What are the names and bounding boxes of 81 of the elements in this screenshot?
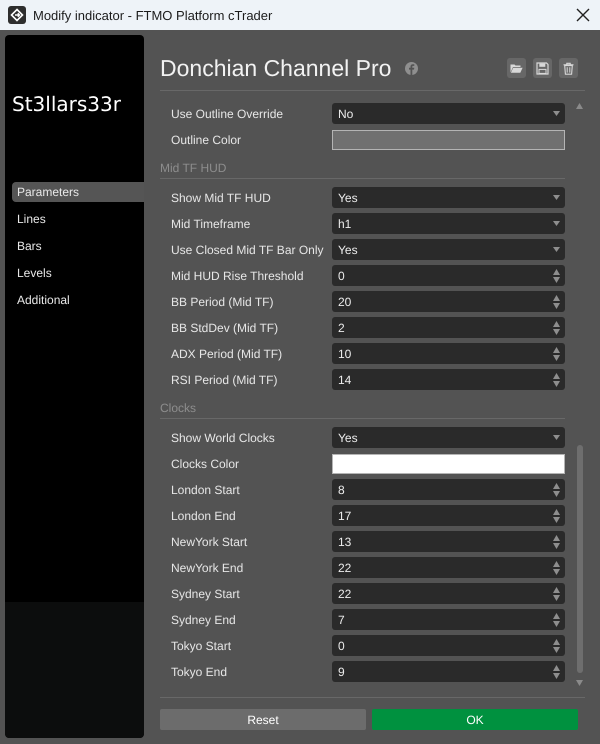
number-field[interactable]: 9 — [332, 661, 565, 682]
setting-label: ADX Period (Mid TF) — [171, 346, 282, 360]
section-title: Clocks — [160, 401, 196, 415]
scrollbar-thumb[interactable] — [577, 445, 583, 673]
setting-label: Sydney Start — [171, 586, 240, 600]
number-field[interactable]: 10 — [332, 343, 565, 364]
caret-icon — [553, 111, 560, 116]
app-logo-icon — [8, 6, 26, 24]
spinner-arrows-icon[interactable] — [553, 372, 560, 386]
dropdown[interactable]: Yes — [332, 239, 565, 260]
reset-button[interactable]: Reset — [160, 709, 366, 730]
number-field[interactable]: 14 — [332, 369, 565, 390]
setting-label: Use Closed Mid TF Bar Only — [171, 242, 324, 256]
spinner-arrows-icon[interactable] — [553, 320, 560, 334]
setting-label: Outline Color — [171, 132, 242, 146]
setting-label: NewYork Start — [171, 534, 248, 548]
close-button[interactable] — [576, 8, 590, 22]
spinner-arrows-icon[interactable] — [553, 560, 560, 574]
spinner-arrows-icon[interactable] — [553, 534, 560, 548]
setting-label: Tokyo Start — [171, 638, 232, 652]
spinner-arrows-icon[interactable] — [553, 586, 560, 600]
delete-button[interactable] — [559, 58, 578, 78]
spinner-arrows-icon[interactable] — [553, 294, 560, 308]
setting-label: Clocks Color — [171, 456, 240, 470]
color-swatch[interactable] — [332, 454, 565, 474]
sidebar-item[interactable]: Parameters — [12, 182, 144, 202]
number-field[interactable]: 22 — [332, 583, 565, 604]
setting-label: Show World Clocks — [171, 430, 275, 444]
setting-label: BB StdDev (Mid TF) — [171, 320, 278, 334]
setting-label: London Start — [171, 482, 240, 496]
setting-label: Tokyo End — [171, 664, 228, 678]
setting-label: Mid HUD Rise Threshold — [171, 268, 304, 282]
sidebar-item[interactable]: Levels — [12, 263, 144, 283]
caret-icon — [553, 221, 560, 226]
number-field[interactable]: 17 — [332, 505, 565, 526]
spinner-arrows-icon[interactable] — [553, 508, 560, 522]
section-title: Mid TF HUD — [160, 161, 226, 175]
caret-icon — [553, 247, 560, 252]
setting-label: Use Outline Override — [171, 106, 284, 120]
dropdown[interactable]: h1 — [332, 213, 565, 234]
setting-label: Mid Timeframe — [171, 216, 250, 230]
ok-button[interactable]: OK — [372, 709, 578, 730]
sidebar-item[interactable]: Additional — [12, 290, 144, 310]
number-field[interactable]: 7 — [332, 609, 565, 630]
spinner-arrows-icon[interactable] — [553, 482, 560, 496]
number-field[interactable]: 20 — [332, 291, 565, 312]
window-title: Modify indicator - FTMO Platform cTrader — [33, 8, 272, 22]
setting-label: NewYork End — [171, 560, 244, 574]
sidebar-item[interactable]: Bars — [12, 236, 144, 256]
open-button[interactable] — [507, 58, 526, 78]
spinner-arrows-icon[interactable] — [553, 638, 560, 652]
number-field[interactable]: 13 — [332, 531, 565, 552]
caret-icon — [553, 435, 560, 440]
folder-icon — [510, 62, 523, 74]
dropdown[interactable]: Yes — [332, 187, 565, 208]
dropdown[interactable]: Yes — [332, 427, 565, 448]
number-field[interactable]: 0 — [332, 265, 565, 286]
dropdown[interactable]: No — [332, 103, 565, 124]
setting-label: Show Mid TF HUD — [171, 190, 271, 204]
setting-label: RSI Period (Mid TF) — [171, 372, 278, 386]
setting-label: BB Period (Mid TF) — [171, 294, 274, 308]
close-icon — [576, 8, 590, 22]
save-icon — [536, 62, 549, 74]
setting-label: London End — [171, 508, 236, 522]
save-button[interactable] — [533, 58, 552, 78]
number-field[interactable]: 0 — [332, 635, 565, 656]
facebook-icon[interactable] — [405, 62, 418, 74]
spinner-arrows-icon[interactable] — [553, 664, 560, 678]
sidebar-item[interactable]: Lines — [12, 209, 144, 229]
logo-text: St3llars33r — [12, 92, 121, 116]
spinner-arrows-icon[interactable] — [553, 346, 560, 360]
number-field[interactable]: 8 — [332, 479, 565, 500]
trash-icon — [562, 62, 575, 74]
number-field[interactable]: 22 — [332, 557, 565, 578]
number-field[interactable]: 2 — [332, 317, 565, 338]
spinner-arrows-icon[interactable] — [553, 268, 560, 282]
color-swatch[interactable] — [332, 130, 565, 150]
caret-icon — [553, 195, 560, 200]
setting-label: Sydney End — [171, 612, 236, 626]
spinner-arrows-icon[interactable] — [553, 612, 560, 626]
indicator-title: Donchian Channel Pro — [160, 54, 392, 82]
